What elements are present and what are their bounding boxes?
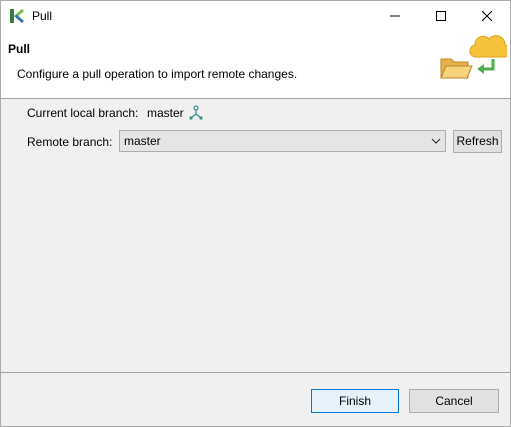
folder-cloud-pull-icon <box>440 35 507 79</box>
footer-divider <box>1 372 510 373</box>
maximize-button[interactable] <box>418 1 464 31</box>
remote-branch-select[interactable]: master <box>119 130 446 152</box>
current-branch-value: master <box>147 106 184 120</box>
branch-icon <box>189 105 203 120</box>
app-logo-icon <box>10 9 24 23</box>
dialog-header: Pull Configure a pull operation to impor… <box>1 31 510 99</box>
pull-dialog: Pull Pull Configure a pull operation to … <box>0 0 511 427</box>
window-title: Pull <box>32 9 53 23</box>
current-branch-label: Current local branch: <box>27 106 139 120</box>
chevron-down-icon <box>431 138 441 144</box>
finish-button[interactable]: Finish <box>311 389 399 413</box>
remote-branch-label: Remote branch: <box>27 135 113 149</box>
close-button[interactable] <box>464 1 510 31</box>
close-icon <box>482 11 492 21</box>
header-description: Configure a pull operation to import rem… <box>17 67 298 81</box>
minimize-icon <box>390 15 400 17</box>
minimize-button[interactable] <box>372 1 418 31</box>
cancel-button[interactable]: Cancel <box>409 389 499 413</box>
header-title: Pull <box>8 42 31 56</box>
title-bar: Pull <box>1 1 510 31</box>
refresh-button[interactable]: Refresh <box>453 130 502 153</box>
maximize-icon <box>436 11 446 21</box>
remote-branch-value: master <box>124 134 161 148</box>
